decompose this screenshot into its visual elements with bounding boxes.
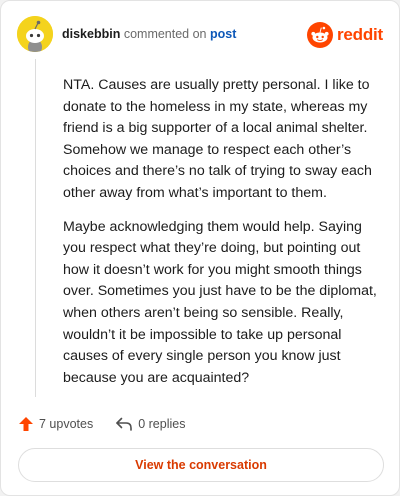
reddit-wordmark: reddit bbox=[336, 25, 383, 44]
comment-paragraph: NTA. Causes are usually pretty personal.… bbox=[63, 77, 372, 201]
snoo-avatar-icon bbox=[17, 16, 53, 52]
comment-meta: diskebbin commented on post bbox=[62, 27, 236, 41]
replies-button[interactable]: 0 replies bbox=[115, 416, 185, 432]
comment-paragraph: Maybe acknowledging them would help. Say… bbox=[63, 218, 377, 386]
comment-body: NTA. Causes are usually pretty personal.… bbox=[63, 75, 385, 401]
view-conversation-button[interactable]: View the conversation bbox=[18, 448, 384, 482]
comment-footer: 7 upvotes 0 replies bbox=[18, 414, 185, 434]
upvote-arrow-icon bbox=[19, 417, 33, 431]
user-avatar[interactable] bbox=[17, 16, 53, 52]
post-link[interactable]: post bbox=[210, 27, 236, 41]
replies-count: 0 replies bbox=[138, 417, 186, 431]
upvotes-count: 7 upvotes bbox=[39, 417, 94, 431]
embedded-comment-card: diskebbin commented on post reddit NTA. … bbox=[0, 0, 400, 496]
reddit-snoo-icon bbox=[306, 22, 333, 48]
reply-arrow-icon bbox=[116, 417, 133, 431]
comment-header: diskebbin commented on post reddit bbox=[17, 15, 383, 55]
thread-line bbox=[35, 59, 36, 397]
action-text: commented on bbox=[123, 27, 207, 41]
username-link[interactable]: diskebbin bbox=[62, 27, 120, 41]
upvote-button[interactable]: 7 upvotes bbox=[18, 416, 93, 432]
reddit-logo[interactable]: reddit bbox=[306, 22, 383, 48]
